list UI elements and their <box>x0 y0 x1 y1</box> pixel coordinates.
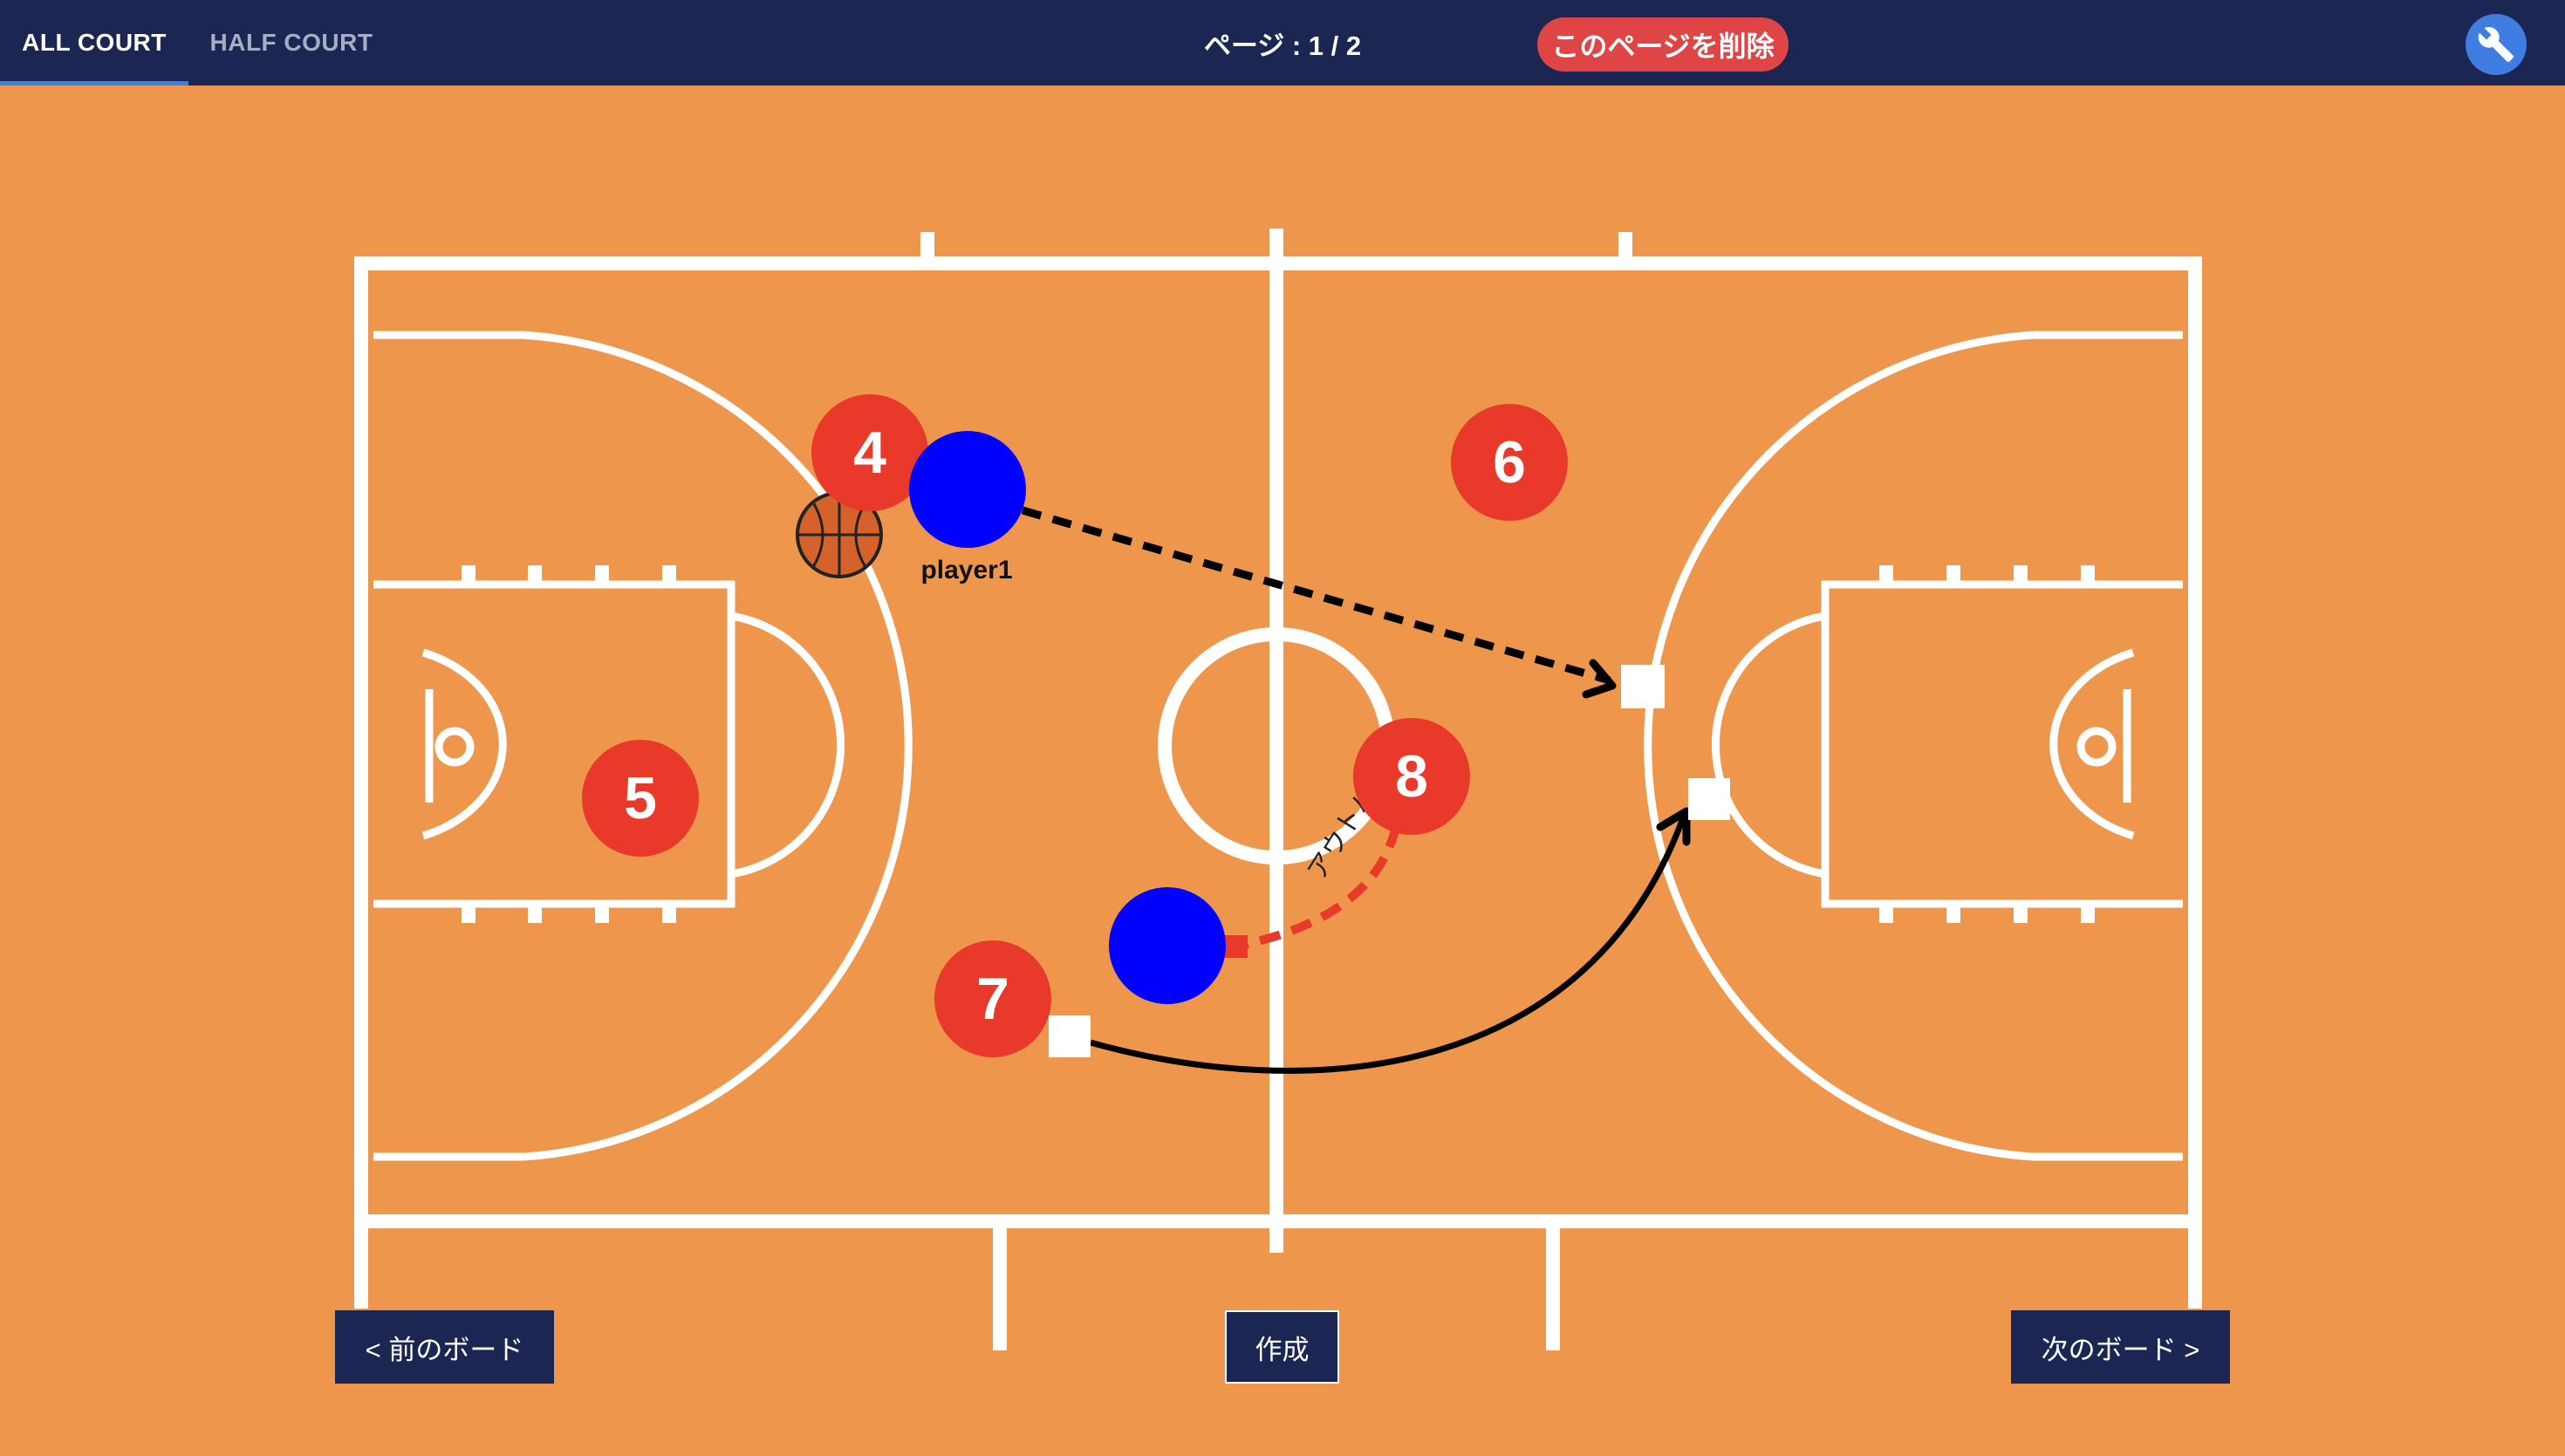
delete-page-button[interactable]: このページを削除 <box>1537 17 1789 72</box>
tab-all-court-label: ALL COURT <box>22 29 167 56</box>
pass-target-marker[interactable] <box>1621 665 1665 708</box>
red-player-7[interactable]: 7 <box>934 940 1051 1057</box>
svg-text:7: 7 <box>976 966 1009 1032</box>
cut-target-marker[interactable] <box>1688 778 1730 820</box>
prev-board-button[interactable]: < 前のボード <box>335 1310 554 1384</box>
svg-text:5: 5 <box>624 765 657 831</box>
red-player-8[interactable]: 8 <box>1353 718 1470 835</box>
tab-half-court[interactable]: HALF COURT <box>197 0 386 85</box>
page-indicator: ページ : 1 / 2 <box>1203 30 1362 61</box>
blue-player-2[interactable] <box>1109 887 1226 1004</box>
basketball-court[interactable]: アウトハー 4 5 6 7 8 player1 <box>0 0 2565 1456</box>
player7-marker[interactable] <box>1049 1015 1091 1057</box>
top-bar: ALL COURT HALF COURT ページ : 1 / 2 このページを削… <box>0 0 2565 85</box>
blue-player-1-label: player1 <box>920 556 1012 584</box>
tab-all-court[interactable]: ALL COURT <box>0 0 188 85</box>
wrench-icon <box>2478 27 2514 63</box>
create-button[interactable]: 作成 <box>1225 1310 1339 1384</box>
tab-half-court-label: HALF COURT <box>209 29 373 56</box>
active-tab-indicator <box>0 81 188 85</box>
svg-text:4: 4 <box>853 420 886 486</box>
screen-end-marker <box>1225 935 1248 958</box>
svg-text:6: 6 <box>1493 429 1526 496</box>
blue-player-1[interactable] <box>909 431 1026 548</box>
red-player-5[interactable]: 5 <box>582 740 699 857</box>
red-player-6[interactable]: 6 <box>1451 404 1568 521</box>
settings-button[interactable] <box>2466 14 2527 75</box>
svg-text:8: 8 <box>1395 743 1428 810</box>
next-board-button[interactable]: 次のボード > <box>2011 1310 2230 1384</box>
